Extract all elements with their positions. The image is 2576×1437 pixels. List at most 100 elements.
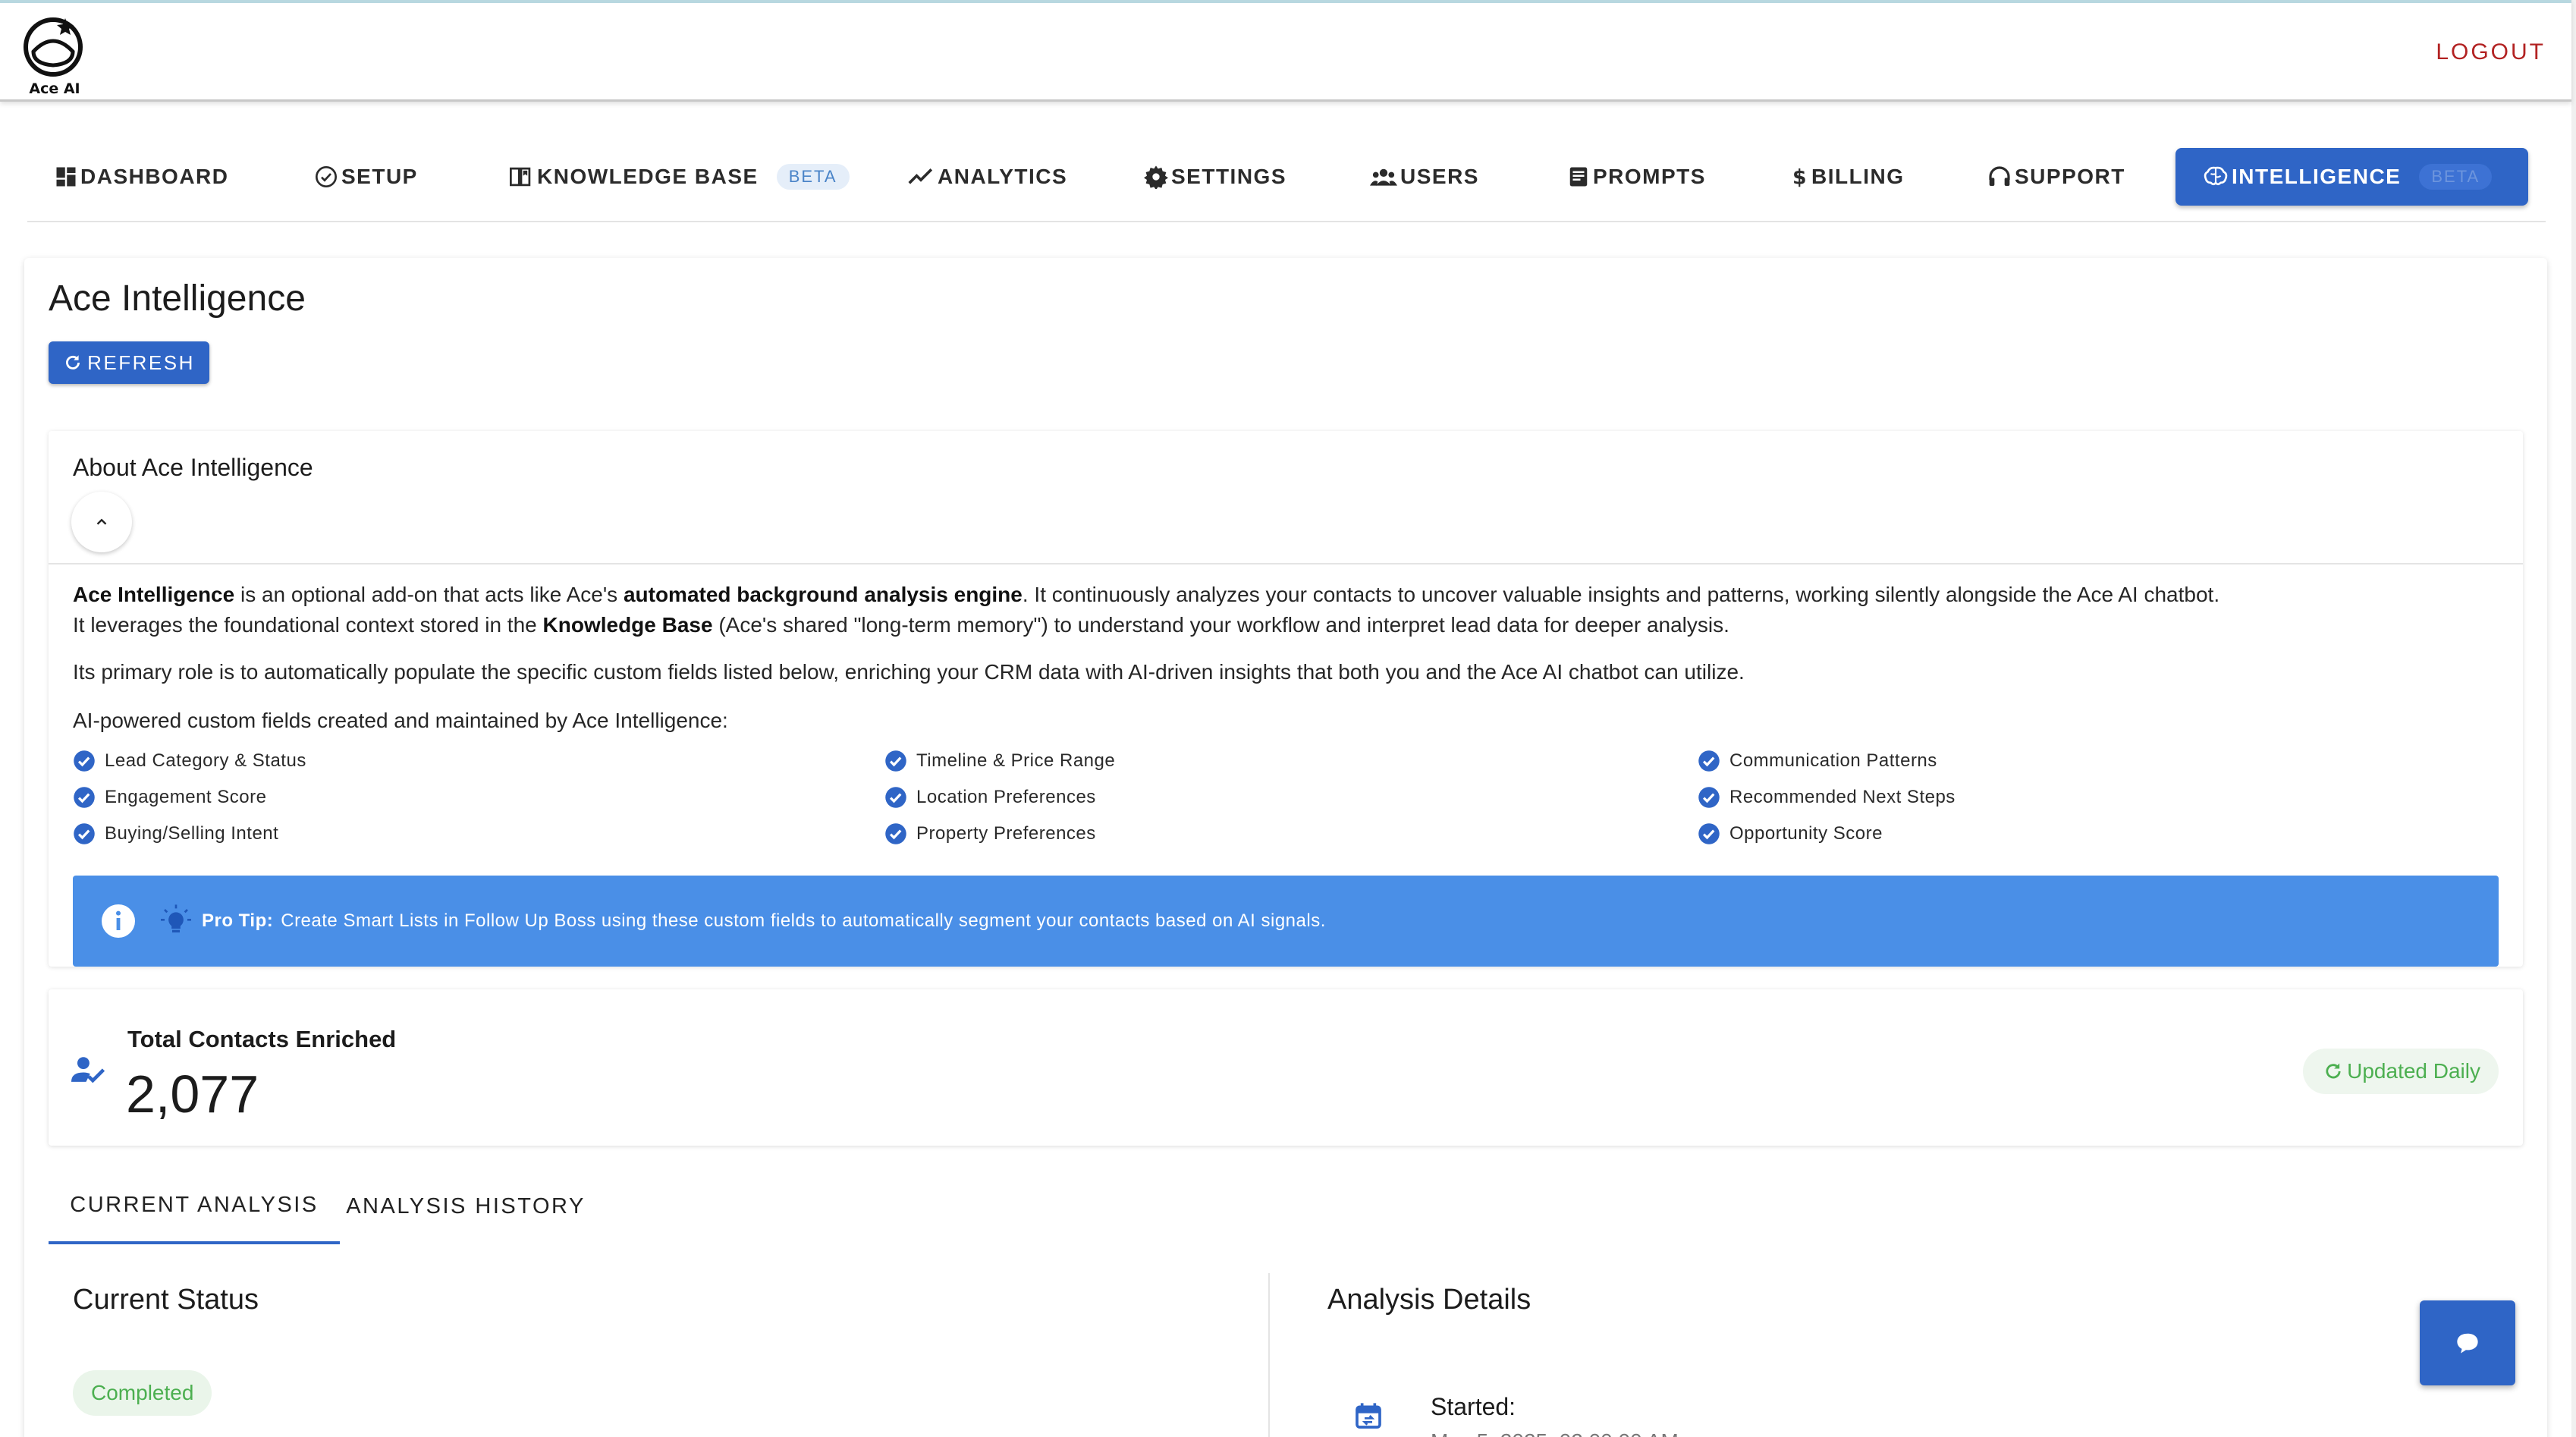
nav-label: SUPPORT bbox=[2015, 165, 2125, 188]
field-label: Communication Patterns bbox=[1729, 750, 1937, 771]
check-circle-icon bbox=[1698, 787, 1720, 808]
bold-text: automated background analysis engine bbox=[623, 583, 1023, 606]
analysis-details-title: Analysis Details bbox=[1327, 1284, 1531, 1316]
list-item: Lead Category & Status bbox=[73, 750, 306, 772]
analysis-tabs: CURRENT ANALYSIS ANALYSIS HISTORY bbox=[49, 1168, 655, 1244]
svg-text:$: $ bbox=[1792, 165, 1808, 189]
nav-item-intelligence[interactable]: INTELLIGENCE BETA bbox=[2175, 148, 2529, 206]
list-item: Opportunity Score bbox=[1698, 822, 1883, 845]
pro-tip-banner: Pro Tip: Create Smart Lists in Follow Up… bbox=[73, 876, 2499, 967]
status-badge: Completed bbox=[73, 1370, 212, 1416]
nav-item-users[interactable]: USERS bbox=[1370, 148, 1479, 206]
chat-button[interactable] bbox=[2420, 1300, 2515, 1385]
list-item: Buying/Selling Intent bbox=[73, 822, 278, 845]
tip-text: Create Smart Lists in Follow Up Boss usi… bbox=[281, 910, 1326, 931]
bold-text: Knowledge Base bbox=[542, 613, 713, 637]
field-label: Lead Category & Status bbox=[105, 750, 306, 771]
refresh-label: REFRESH bbox=[87, 351, 195, 374]
nav-label: SETTINGS bbox=[1171, 165, 1287, 188]
list-item: Communication Patterns bbox=[1698, 750, 1937, 772]
nav-item-knowledge-base[interactable]: KNOWLEDGE BASE BETA bbox=[508, 148, 850, 206]
field-label: Buying/Selling Intent bbox=[105, 823, 279, 844]
started-value: May 5, 2025, 02:00:00 AM bbox=[1431, 1429, 1679, 1437]
check-circle-icon bbox=[885, 750, 906, 772]
updated-label: Updated Daily bbox=[2347, 1059, 2480, 1083]
bold-text: Ace Intelligence bbox=[73, 583, 235, 606]
nav-item-setup[interactable]: SETUP bbox=[314, 148, 418, 206]
logout-button[interactable]: LOGOUT bbox=[2436, 39, 2546, 65]
updated-daily-chip: Updated Daily bbox=[2303, 1049, 2499, 1094]
refresh-icon bbox=[2326, 1063, 2341, 1079]
nav-item-analytics[interactable]: ANALYTICS bbox=[907, 148, 1067, 206]
about-section: About Ace Intelligence Ace Intelligence … bbox=[49, 431, 2523, 967]
prompts-icon bbox=[1569, 167, 1588, 187]
nav-label: KNOWLEDGE BASE bbox=[537, 165, 759, 188]
list-item: Recommended Next Steps bbox=[1698, 786, 1956, 809]
info-icon bbox=[102, 904, 135, 938]
trend-icon bbox=[908, 168, 933, 184]
text: . It continuously analyzes your contacts… bbox=[1022, 583, 2220, 606]
app-logo[interactable]: Ace AI bbox=[23, 11, 83, 100]
field-label: Property Preferences bbox=[916, 823, 1096, 844]
list-item: Location Preferences bbox=[884, 786, 1096, 809]
page-title: Ace Intelligence bbox=[49, 278, 306, 319]
list-item: Property Preferences bbox=[884, 822, 1096, 845]
headset-icon bbox=[1989, 166, 2010, 186]
nav-item-billing[interactable]: $ BILLING bbox=[1789, 148, 1905, 206]
field-label: Recommended Next Steps bbox=[1729, 787, 1956, 807]
nav-item-prompts[interactable]: PROMPTS bbox=[1567, 148, 1706, 206]
tab-analysis-history[interactable]: ANALYSIS HISTORY bbox=[340, 1168, 592, 1244]
book-icon bbox=[510, 167, 531, 187]
field-label: Engagement Score bbox=[105, 787, 267, 807]
stats-value: 2,077 bbox=[126, 1064, 259, 1124]
text: (Ace's shared "long-term memory") to und… bbox=[712, 613, 1729, 637]
check-circle-icon bbox=[885, 823, 906, 844]
nav-label: INTELLIGENCE bbox=[2232, 165, 2402, 188]
chevron-up-icon bbox=[96, 518, 107, 525]
field-label: Opportunity Score bbox=[1729, 823, 1883, 844]
check-circle-icon bbox=[1698, 750, 1720, 772]
check-circle-icon bbox=[74, 823, 95, 844]
nav-item-support[interactable]: SUPPORT bbox=[1987, 148, 2125, 206]
list-item: Engagement Score bbox=[73, 786, 266, 809]
text: is an optional add-on that acts like Ace… bbox=[234, 583, 624, 606]
list-item: Timeline & Price Range bbox=[884, 750, 1115, 772]
stats-label: Total Contacts Enriched bbox=[127, 1026, 397, 1052]
gear-icon bbox=[1144, 165, 1168, 189]
dollar-icon: $ bbox=[1792, 165, 1808, 189]
fields-heading: AI-powered custom fields created and mai… bbox=[73, 709, 728, 732]
nav-label: DASHBOARD bbox=[80, 165, 229, 188]
nav-label: PROMPTS bbox=[1593, 165, 1706, 188]
nav-label: SETUP bbox=[341, 165, 418, 188]
text: It leverages the foundational context st… bbox=[73, 613, 543, 637]
nav-item-dashboard[interactable]: DASHBOARD bbox=[55, 148, 229, 206]
collapse-button[interactable] bbox=[71, 492, 132, 552]
about-paragraph-1: Ace Intelligence is an optional add-on t… bbox=[73, 580, 2219, 640]
dashboard-icon bbox=[56, 167, 76, 187]
field-label: Timeline & Price Range bbox=[916, 750, 1116, 771]
check-circle-icon bbox=[74, 787, 95, 808]
check-circle-icon bbox=[74, 750, 95, 772]
nav-label: USERS bbox=[1400, 165, 1479, 188]
nav-label: BILLING bbox=[1811, 165, 1905, 188]
nav-item-settings[interactable]: SETTINGS bbox=[1144, 148, 1286, 206]
users-icon bbox=[1370, 168, 1397, 186]
astronaut-logo-icon bbox=[24, 17, 83, 77]
top-bar: Ace AI LOGOUT bbox=[0, 0, 2571, 102]
chat-bubble-icon bbox=[2457, 1333, 2478, 1354]
nav-label: ANALYTICS bbox=[938, 165, 1068, 188]
field-label: Location Preferences bbox=[916, 787, 1096, 807]
beta-badge: BETA bbox=[2419, 164, 2493, 190]
panel-divider bbox=[1268, 1273, 1270, 1437]
about-title: About Ace Intelligence bbox=[73, 454, 313, 481]
check-circle-icon bbox=[885, 787, 906, 808]
logo-text: Ace AI bbox=[29, 80, 80, 97]
page-scrollbar[interactable] bbox=[2571, 0, 2576, 1437]
refresh-icon bbox=[66, 355, 80, 369]
beta-badge: BETA bbox=[776, 164, 850, 190]
lightbulb-icon bbox=[161, 904, 191, 932]
current-status-title: Current Status bbox=[73, 1284, 259, 1316]
tip-label: Pro Tip: bbox=[202, 910, 274, 931]
tab-current-analysis[interactable]: CURRENT ANALYSIS bbox=[49, 1168, 340, 1244]
refresh-button[interactable]: REFRESH bbox=[49, 341, 209, 384]
